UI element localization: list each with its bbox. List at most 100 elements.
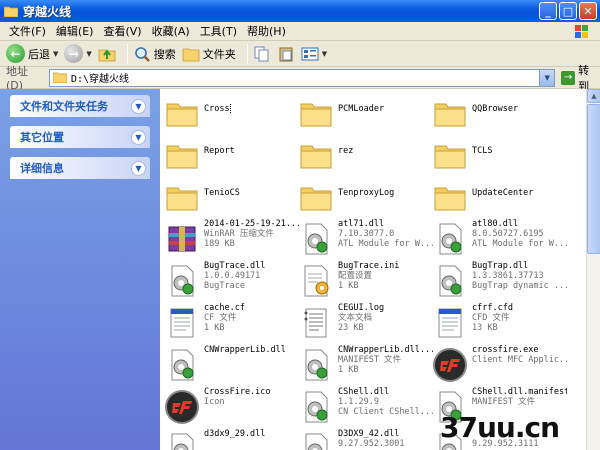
- folder-item[interactable]: TenioCS: [164, 177, 299, 219]
- file-item[interactable]: BugTrap.dll 1.3.3861.37713 BugTrap dynamic…: [432, 261, 567, 303]
- chevron-down-icon[interactable]: ▼: [131, 129, 146, 145]
- paste-icon: [279, 47, 293, 61]
- file-item[interactable]: cache.cf CF 文件 1 KB: [164, 303, 299, 345]
- file-item[interactable]: d3dx9_29.dll: [164, 429, 299, 450]
- menu-bar: 文件(F) 编辑(E) 查看(V) 收藏(A) 工具(T) 帮助(H): [0, 22, 600, 41]
- scroll-thumb[interactable]: [587, 104, 600, 254]
- file-item[interactable]: atl71.dll 7.10.3077.0 ATL Module for W...: [298, 219, 433, 261]
- file-item[interactable]: D3DX9_42.dll 9.27.952.3001: [298, 429, 433, 450]
- forward-button[interactable]: → ▼: [64, 43, 92, 65]
- views-icon: [301, 47, 319, 60]
- file-label: PCMLoader: [338, 104, 433, 114]
- folder-icon: [298, 95, 334, 131]
- folder-item[interactable]: TenproxyLog: [298, 177, 433, 219]
- file-name: CShell.dll: [338, 387, 390, 397]
- dll-file-icon: [432, 263, 468, 299]
- folder-item[interactable]: Report: [164, 135, 299, 177]
- address-label: 地址(D): [6, 65, 28, 92]
- cf-file-icon: [432, 305, 468, 341]
- winrar-archive-icon: [164, 221, 200, 257]
- file-label: Report: [204, 146, 299, 156]
- file-item[interactable]: CNWrapperLib.dll... MANIFEST 文件 1 KB: [298, 345, 433, 387]
- folder-icon: [298, 179, 334, 215]
- up-folder-icon: [98, 48, 116, 61]
- folder-item[interactable]: PCMLoader: [298, 93, 433, 135]
- maximize-button[interactable]: □: [559, 2, 577, 20]
- move-to-button[interactable]: [253, 43, 271, 65]
- folders-button[interactable]: 文件夹: [182, 43, 236, 65]
- file-item[interactable]: BugTrace.dll 1.0.0.49171 BugTrace: [164, 261, 299, 303]
- views-button[interactable]: ▼: [301, 43, 327, 65]
- file-item[interactable]: cfrf.cfd CFD 文件 13 KB: [432, 303, 567, 345]
- window-title: 穿越火线: [23, 4, 72, 19]
- file-name: TenioCS: [204, 188, 240, 198]
- toolbar-separator: [246, 43, 248, 64]
- dropdown-arrow-icon[interactable]: ▼: [53, 50, 58, 58]
- search-button[interactable]: 搜索: [133, 43, 176, 65]
- file-list[interactable]: Cross PCMLoader QQBrowser Report rez TCLS Teni…: [160, 89, 586, 450]
- address-dropdown-icon[interactable]: ▼: [539, 69, 555, 86]
- address-path: D:\穿越火线: [70, 74, 129, 85]
- file-item[interactable]: atl80.dll 8.0.50727.6195 ATL Module for W.…: [432, 219, 567, 261]
- file-label: atl80.dll 8.0.50727.6195 ATL Module for W.…: [472, 219, 567, 249]
- file-item[interactable]: CEGUI.log 文本文档 23 KB: [298, 303, 433, 345]
- close-button[interactable]: ✕: [579, 2, 597, 20]
- toolbar: ← 后退 ▼ → ▼ 搜索 文件夹 ▼: [0, 41, 600, 67]
- chevron-down-icon[interactable]: ▼: [131, 160, 146, 176]
- file-size: BugTrap dynamic ...: [472, 281, 567, 291]
- menu-edit[interactable]: 编辑(E): [51, 23, 99, 39]
- file-name: QQBrowser: [472, 104, 519, 114]
- folder-icon: [164, 179, 200, 215]
- folder-item[interactable]: UpdateCenter: [432, 177, 567, 219]
- folder-item[interactable]: TCLS: [432, 135, 567, 177]
- menu-help[interactable]: 帮助(H): [242, 23, 291, 39]
- file-item[interactable]: CrossFire.ico Icon: [164, 387, 299, 429]
- file-label: Cross: [204, 104, 299, 114]
- address-input[interactable]: D:\穿越火线 ▼: [48, 68, 556, 87]
- menu-view[interactable]: 查看(V): [98, 23, 146, 39]
- file-name: cache.cf: [204, 303, 245, 313]
- folder-item[interactable]: QQBrowser: [432, 93, 567, 135]
- file-name: CEGUI.log: [338, 303, 385, 313]
- file-name: Report: [204, 146, 235, 156]
- chevron-down-icon[interactable]: ▼: [131, 98, 146, 114]
- file-item[interactable]: BugTrace.ini 配置设置 1 KB: [298, 261, 433, 303]
- up-folder-button[interactable]: [98, 43, 116, 65]
- file-name: rez: [338, 146, 354, 156]
- file-item[interactable]: crossfire.exe Client MFC Applic...: [432, 345, 567, 387]
- file-item[interactable]: CNWrapperLib.dll: [164, 345, 299, 387]
- file-name: CShell.dll.manifest: [472, 387, 567, 397]
- file-size: 13 KB: [472, 323, 498, 333]
- folder-item[interactable]: Cross: [164, 93, 299, 135]
- scroll-up-icon[interactable]: ▲: [587, 89, 600, 103]
- file-item[interactable]: 2014-01-25-19-21... WinRAR 压缩文件 189 KB: [164, 219, 299, 261]
- vertical-scrollbar[interactable]: ▲: [586, 89, 600, 450]
- title-bar: 穿越火线 _ □ ✕: [0, 0, 600, 22]
- dll-file-icon: [298, 389, 334, 425]
- task-group-other-places[interactable]: 其它位置 ▼: [10, 126, 150, 148]
- dropdown-arrow-icon[interactable]: ▼: [322, 50, 327, 58]
- file-name: PCMLoader: [338, 104, 385, 114]
- menu-favorites[interactable]: 收藏(A): [147, 23, 195, 39]
- file-label: TCLS: [472, 146, 567, 156]
- minimize-button[interactable]: _: [539, 2, 557, 20]
- dll-file-icon: [298, 431, 334, 450]
- file-item[interactable]: CShell.dll 1.1.29.9 CN Client CShell...: [298, 387, 433, 429]
- task-group-file-folder-tasks[interactable]: 文件和文件夹任务 ▼: [10, 95, 150, 117]
- file-type: CF 文件: [204, 313, 237, 323]
- copy-to-button[interactable]: [277, 43, 295, 65]
- file-size: 23 KB: [338, 323, 364, 333]
- file-name: BugTrace.ini: [338, 261, 400, 271]
- dropdown-arrow-icon[interactable]: ▼: [86, 50, 91, 58]
- back-button[interactable]: ← 后退 ▼: [6, 43, 58, 65]
- file-name: Cross: [204, 104, 231, 114]
- menu-file[interactable]: 文件(F): [4, 23, 51, 39]
- folder-icon: [432, 137, 468, 173]
- file-label: CNWrapperLib.dll... MANIFEST 文件 1 KB: [338, 345, 433, 375]
- file-label: BugTrace.ini 配置设置 1 KB: [338, 261, 433, 291]
- menu-tools[interactable]: 工具(T): [195, 23, 242, 39]
- folder-item[interactable]: rez: [298, 135, 433, 177]
- file-label: CNWrapperLib.dll: [204, 345, 299, 355]
- file-name: CNWrapperLib.dll: [204, 345, 286, 355]
- task-group-details[interactable]: 详细信息 ▼: [10, 157, 150, 179]
